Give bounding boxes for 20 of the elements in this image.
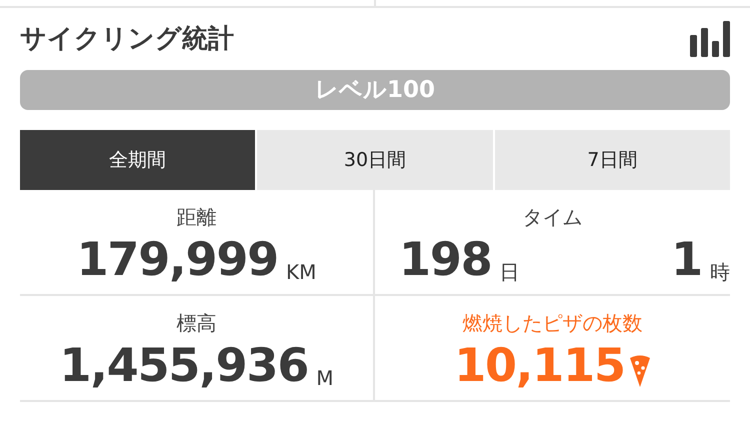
stat-unit: 時 [710, 262, 730, 282]
stat-value: 10,115 [454, 342, 625, 388]
stat-label: 燃焼したピザの枚数 [462, 310, 642, 337]
stat-value: 1,455,936 [60, 342, 308, 388]
stat-label: 標高 [176, 310, 216, 337]
stat-unit: M [316, 368, 334, 388]
stat-value: 1 [671, 236, 702, 282]
stat-label: タイム [522, 204, 582, 231]
level-bar: レベル100 [20, 70, 730, 110]
bar-chart-icon [690, 21, 730, 57]
stat-value: 198 [399, 236, 492, 282]
period-tab[interactable]: 全期間 [20, 130, 256, 190]
period-tab[interactable]: 30日間 [257, 130, 493, 190]
stat-value: 179,999 [76, 236, 278, 282]
period-tab[interactable]: 7日間 [494, 130, 730, 190]
card-title: サイクリング統計 [20, 22, 234, 56]
stat-unit: KM [286, 262, 316, 282]
stat-label: 距離 [176, 204, 216, 231]
stat-unit: 日 [500, 262, 520, 282]
pizza-icon [628, 354, 651, 388]
